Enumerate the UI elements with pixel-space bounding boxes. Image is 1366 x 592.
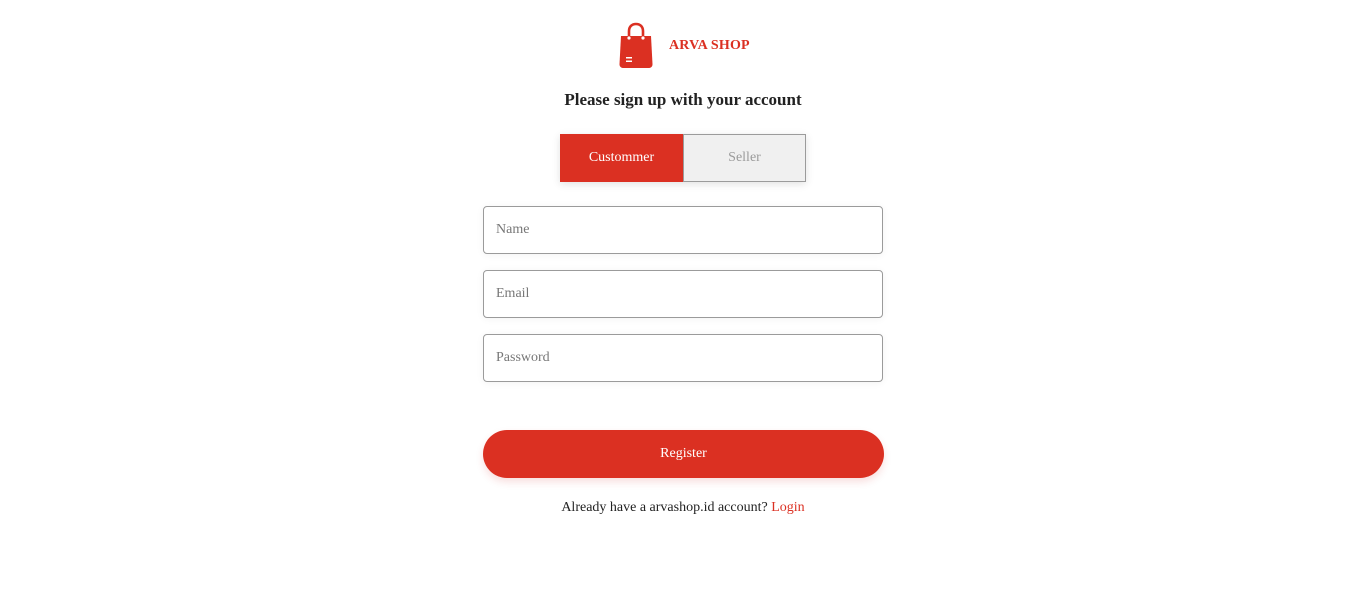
brand-logo: ARVA SHOP xyxy=(618,22,750,70)
name-input[interactable] xyxy=(483,206,883,254)
shopping-bag-icon xyxy=(619,22,653,68)
password-input[interactable] xyxy=(483,334,883,382)
register-button[interactable]: Register xyxy=(483,430,884,478)
login-link[interactable]: Login xyxy=(771,500,804,515)
customer-tab[interactable]: Custommer xyxy=(560,134,683,182)
page-title: Please sign up with your account xyxy=(564,90,802,109)
account-type-toggle: Custommer Seller xyxy=(560,134,806,182)
login-prompt: Already have a arvashop.id account? Logi… xyxy=(0,500,1366,516)
seller-tab[interactable]: Seller xyxy=(683,134,806,182)
signup-page: ARVA SHOP Please sign up with your accou… xyxy=(0,0,1366,592)
email-input[interactable] xyxy=(483,270,883,318)
brand-name: ARVA SHOP xyxy=(669,38,750,53)
login-prompt-text: Already have a arvashop.id account? xyxy=(561,500,768,515)
